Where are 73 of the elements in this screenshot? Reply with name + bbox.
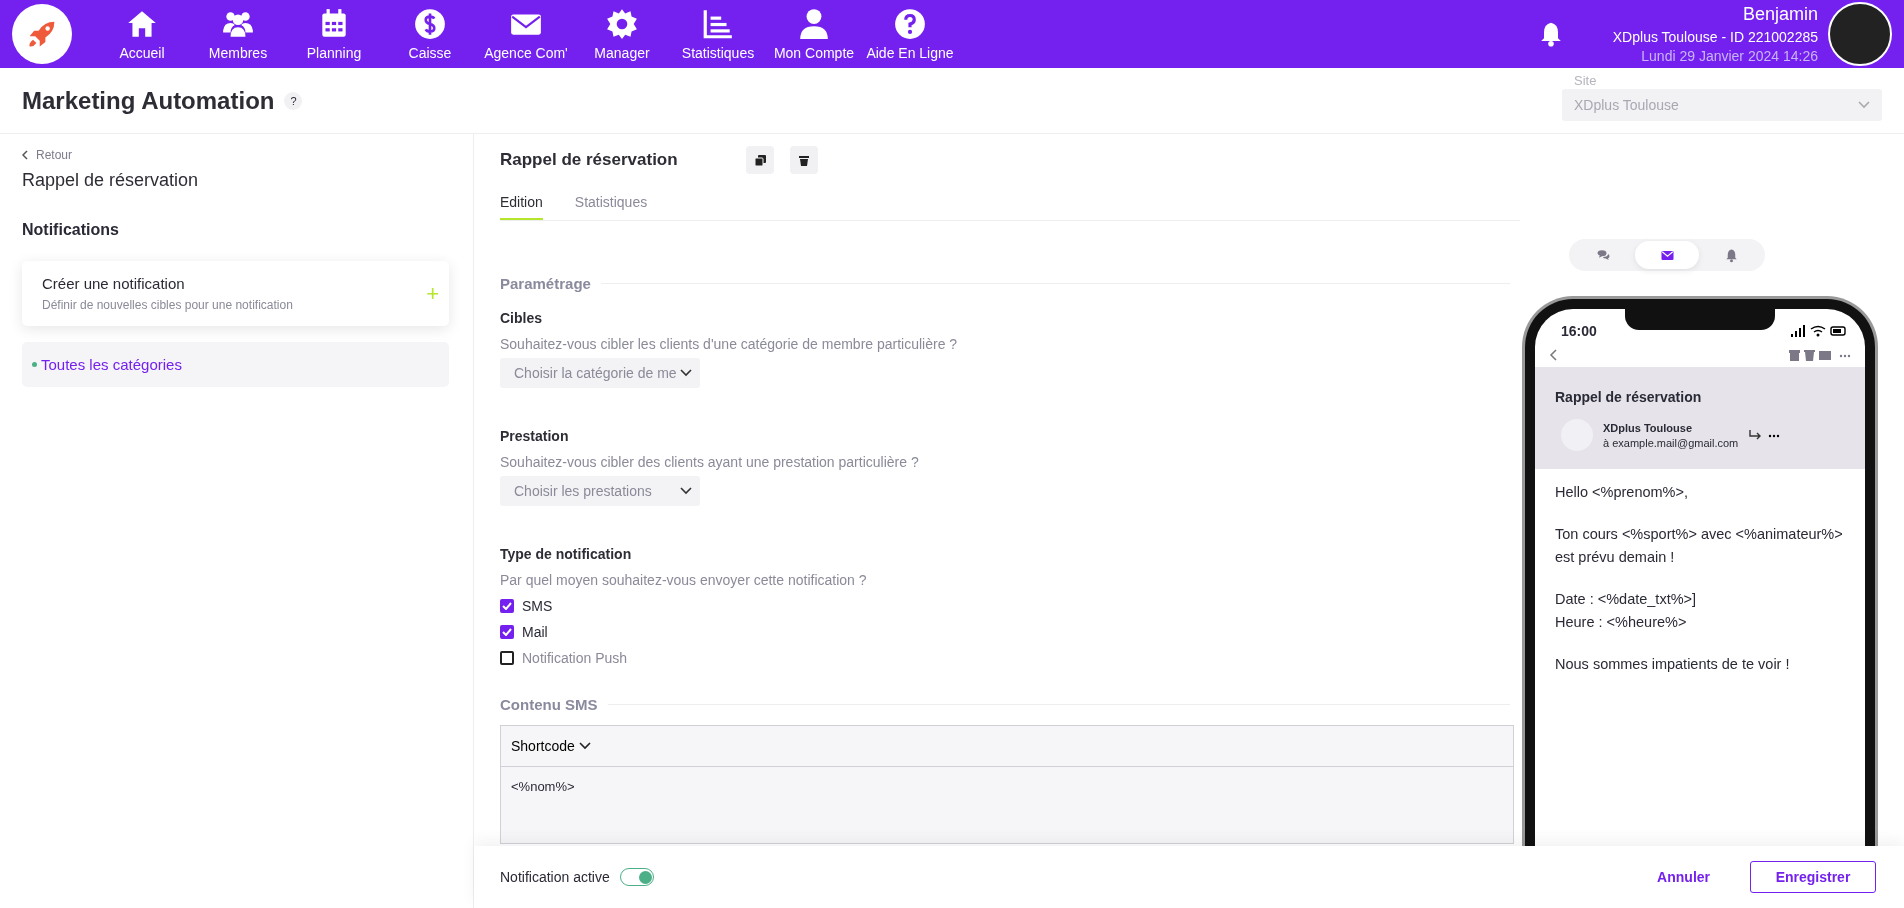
page-title: Marketing Automation <box>22 86 275 115</box>
sidebar-title: Rappel de réservation <box>22 170 200 191</box>
sender-name: XDplus Toulouse <box>1603 421 1694 434</box>
nav-item[interactable]: Membres <box>190 7 286 61</box>
field-label: Cibles <box>500 310 543 326</box>
email-line: Heure : <%heure%> <box>1555 612 1688 632</box>
copy-icon <box>754 154 766 166</box>
sms-text-area[interactable]: <%nom%> <box>501 767 1513 843</box>
user-name: Benjamin <box>1742 4 1818 25</box>
checkbox-label: Mail <box>522 624 548 640</box>
email-line: Ton cours <%sport%> avec <%animateur%> est prévu demain ! <box>1555 525 1844 567</box>
section-heading: Notifications <box>22 221 120 239</box>
user-icon <box>797 7 831 41</box>
phone-time: 16:00 <box>1561 323 1597 339</box>
checkbox[interactable] <box>500 625 514 639</box>
chevron-down-icon <box>680 487 692 495</box>
section-heading: Paramétrage <box>500 275 591 292</box>
create-notification-card[interactable]: Créer une notification Définir de nouvelles cibles pour une notification + <box>22 261 449 326</box>
rocket-logo[interactable] <box>12 4 72 64</box>
site-label: Site <box>1574 72 1597 88</box>
cancel-button[interactable]: Annuler <box>1651 868 1716 886</box>
chevron-down-icon <box>578 742 591 750</box>
site-id: XDplus Toulouse - ID 221002285 <box>1612 29 1818 45</box>
category-label: Toutes les catégories <box>41 356 182 373</box>
field-label: Type de notification <box>500 546 633 562</box>
email-line: Date : <%date_txt%>] <box>1555 590 1698 610</box>
delete-button[interactable] <box>790 146 818 174</box>
section-heading: Contenu SMS <box>500 696 598 713</box>
help-badge[interactable]: ? <box>284 91 303 110</box>
date-time: Lundi 29 Janvier 2024 14:26 <box>1641 48 1818 64</box>
tab[interactable]: Statistiques <box>574 184 648 220</box>
field-question: Souhaitez-vous cibler les clients d'une catégorie de membre particulière ? <box>500 336 959 352</box>
checkbox-label: SMS <box>522 598 553 614</box>
nav-item[interactable]: Caisse <box>382 7 478 61</box>
checkbox-label: Notification Push <box>522 650 628 666</box>
nav-item[interactable]: Agence Com' <box>478 7 574 61</box>
chart-icon <box>701 7 735 41</box>
nav-item[interactable]: Planning <box>286 7 382 61</box>
field-question: Souhaitez-vous cibler des clients ayant une prestation particulière ? <box>500 454 920 470</box>
back-link[interactable]: Retour <box>22 148 73 162</box>
email-line: Nous sommes impatients de te voir ! <box>1555 655 1791 675</box>
nav-item[interactable]: Aide En Ligne <box>862 7 958 61</box>
back-icon[interactable] <box>1549 349 1557 361</box>
category-item[interactable]: Toutes les catégories <box>22 342 449 387</box>
duplicate-button[interactable] <box>746 146 774 174</box>
status-icons <box>1791 325 1847 337</box>
dollar-icon <box>413 7 447 41</box>
chevron-left-icon <box>22 150 28 160</box>
tab[interactable]: Edition <box>500 184 543 220</box>
field-label: Prestation <box>500 428 570 444</box>
checkbox[interactable] <box>500 599 514 613</box>
toggle-label: Notification active <box>500 869 610 885</box>
nav-item[interactable]: Mon Compte <box>766 7 862 61</box>
nav-item[interactable]: Statistiques <box>670 7 766 61</box>
gear-icon <box>605 7 639 41</box>
help-icon <box>893 7 927 41</box>
chat-icon <box>1595 247 1611 263</box>
shortcode-dropdown[interactable]: Shortcode <box>501 726 1513 767</box>
recipient: à example.mail@gmail.com <box>1603 436 1739 449</box>
email-subject: Rappel de réservation <box>1555 389 1703 405</box>
field-question: Par quel moyen souhaitez-vous envoyer cette notification ? <box>500 572 868 588</box>
nav-item[interactable]: Accueil <box>94 7 190 61</box>
nav-item[interactable]: Manager <box>574 7 670 61</box>
trash-icon <box>799 154 809 166</box>
notification-title: Rappel de réservation <box>500 150 679 170</box>
chevron-down-icon <box>680 369 692 377</box>
save-button[interactable]: Enregistrer <box>1750 861 1876 893</box>
email-line: Hello <%prenom%>, <box>1555 483 1689 502</box>
chevron-down-icon <box>1858 100 1870 109</box>
card-title: Créer une notification <box>42 275 186 292</box>
card-subtitle: Définir de nouvelles cibles pour une notification <box>42 298 294 312</box>
checkbox[interactable] <box>500 651 514 665</box>
avatar[interactable] <box>1828 2 1892 66</box>
